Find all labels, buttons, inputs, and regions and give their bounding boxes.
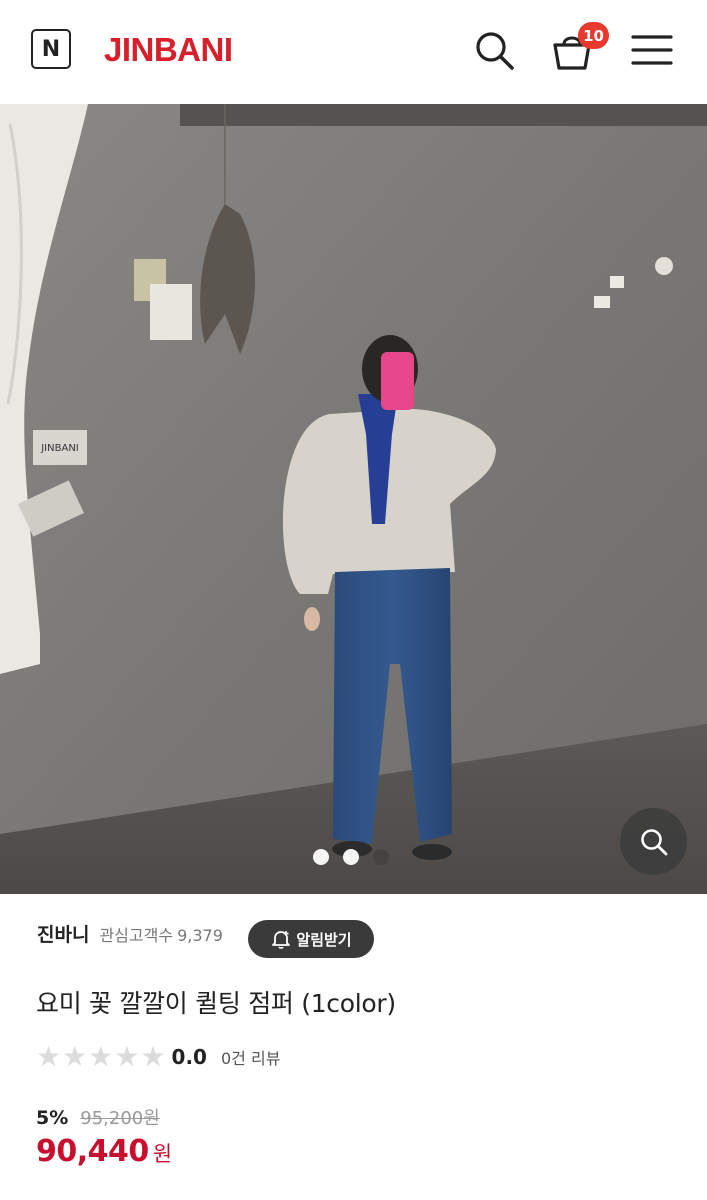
rating-value: 0.0 (171, 1045, 207, 1069)
sign-text: JINBANI (40, 443, 79, 454)
seller-row: 진바니 관심고객수 9,379 (37, 920, 223, 947)
star-icon: ★ (36, 1041, 62, 1072)
star-icon: ★ (62, 1041, 88, 1072)
slide-indicator (313, 849, 389, 865)
currency-unit: 원 (152, 1142, 173, 1166)
cart-count-badge: 10 (578, 22, 609, 49)
search-button[interactable] (472, 28, 516, 72)
star-icon: ★ (114, 1041, 140, 1072)
followers-label: 관심고객수 (99, 925, 174, 945)
sale-price-row: 90,440 원 (36, 1134, 172, 1169)
slide-dot-active[interactable] (343, 849, 359, 865)
star-icon: ★ (140, 1041, 166, 1072)
notify-button[interactable]: 알림받기 (248, 920, 374, 958)
zoom-button[interactable] (620, 808, 687, 875)
star-icon: ★ (88, 1041, 114, 1072)
review-count[interactable]: 0건 리뷰 (221, 1045, 280, 1069)
product-title: 요미 꽃 깔깔이 퀼팅 점퍼 (1color) (36, 989, 396, 1018)
top-header: N JINBANI 10 (0, 0, 707, 104)
menu-button[interactable] (630, 28, 674, 72)
rating-row[interactable]: ★ ★ ★ ★ ★ 0.0 0건 리뷰 (36, 1042, 280, 1072)
sale-price: 90,440 (36, 1134, 149, 1169)
discount-row: 5% 95,200원 (36, 1104, 160, 1130)
product-image-gallery[interactable]: JINBANI (0, 104, 707, 894)
followers-count: 9,379 (177, 925, 223, 945)
slide-dot[interactable] (313, 849, 329, 865)
menu-icon (631, 35, 673, 65)
zoom-icon (640, 828, 667, 855)
notify-label: 알림받기 (296, 930, 352, 949)
bell-plus-icon (272, 931, 291, 949)
slide-dot[interactable] (373, 849, 389, 865)
product-info: 진바니 관심고객수 9,379 알림받기 요미 꽃 깔깔이 퀼팅 점퍼 (1col… (0, 894, 707, 1200)
n-logo-icon[interactable]: N (31, 29, 71, 69)
followers-info: 관심고객수 9,379 (99, 922, 222, 946)
brand-logo[interactable]: JINBANI (104, 30, 233, 70)
original-price: 95,200원 (80, 1108, 160, 1129)
product-photo: JINBANI (0, 104, 707, 894)
search-icon (476, 32, 514, 70)
seller-name[interactable]: 진바니 (37, 920, 89, 947)
star-rating: ★ ★ ★ ★ ★ (36, 1042, 166, 1072)
discount-rate: 5% (36, 1107, 69, 1129)
